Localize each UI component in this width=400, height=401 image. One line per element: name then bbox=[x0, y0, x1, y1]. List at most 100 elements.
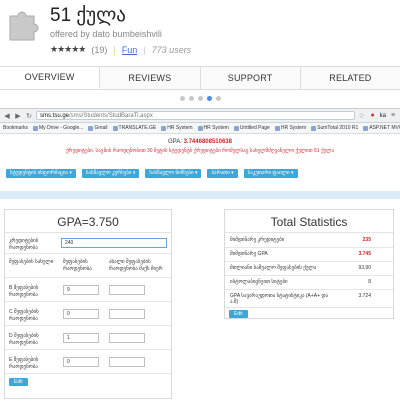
bookmark-item[interactable]: ASP.NET MVC Repo... bbox=[363, 125, 400, 131]
grade-count-input[interactable]: 1 bbox=[63, 333, 99, 343]
menu-icon[interactable]: ≡ bbox=[389, 112, 397, 120]
menu-card[interactable]: ბარათი ▾ bbox=[207, 169, 238, 178]
bookmark-label: HR System bbox=[203, 125, 229, 131]
bookmark-label: HR System bbox=[167, 125, 193, 131]
bookmark-item[interactable]: HR System bbox=[274, 125, 306, 131]
stat-key: ისტოლაბიცნეით სიტები bbox=[230, 279, 288, 285]
bookmark-item[interactable]: SumTotal 2010 R1 bbox=[311, 125, 358, 131]
reload-icon[interactable]: ↻ bbox=[25, 112, 33, 120]
screenshot-preview: ◀ ▶ ↻ sms.tsu.ge/sms/Students/StudBaraTi… bbox=[0, 108, 400, 401]
bookmark-item[interactable]: Untitled Page bbox=[233, 125, 270, 131]
grade-row: D შეფასების რაოდენობა 1 bbox=[5, 326, 171, 350]
extension-51-icon[interactable]: ● bbox=[369, 112, 377, 120]
menu-courses[interactable]: სასწავლო კურსები ▾ bbox=[81, 169, 140, 178]
left-edit-button[interactable]: Edit bbox=[9, 378, 28, 386]
carousel-dot-active[interactable] bbox=[206, 96, 212, 101]
bookmark-item[interactable]: My Drive - Google... bbox=[33, 125, 83, 131]
puzzle-piece-icon bbox=[9, 11, 39, 41]
credits-input[interactable]: 240 bbox=[61, 238, 167, 248]
grade-new-input[interactable] bbox=[109, 309, 145, 319]
browser-toolbar: ◀ ▶ ↻ sms.tsu.ge/sms/Students/StudBaraTi… bbox=[0, 109, 400, 123]
star-icon[interactable]: ☆ bbox=[358, 112, 366, 120]
stat-row: მთლიანი საშუალო შეფასების ქულა 93.90 bbox=[225, 262, 393, 276]
category-link[interactable]: Fun bbox=[122, 45, 138, 55]
bookmarks-bar: Bookmarks My Drive - Google... Gmail TRANSL… bbox=[0, 123, 400, 134]
grade-count-input[interactable]: 0 bbox=[63, 309, 99, 319]
col-new-header: ახალი შეფასების რაოდენობა მაქს მიერ bbox=[109, 259, 163, 272]
menu-student-info[interactable]: სტუდენტის ინფორმაცია ▾ bbox=[6, 169, 76, 178]
meta-divider: | bbox=[143, 44, 146, 55]
bookmark-item[interactable]: Bookmarks bbox=[3, 125, 28, 131]
page-menu: სტუდენტის ინფორმაცია ▾ სასწავლო კურსები … bbox=[6, 169, 298, 178]
extension-title: 51 ქულა bbox=[50, 5, 126, 26]
stat-value: 93.90 bbox=[358, 265, 371, 271]
bookmark-item[interactable]: Gmail bbox=[88, 125, 108, 131]
carousel-dot[interactable] bbox=[215, 96, 221, 101]
grade-row-label: D შეფასების რაოდენობა bbox=[9, 333, 39, 346]
forward-arrow-icon[interactable]: ▶ bbox=[14, 112, 22, 120]
grade-row-label: C შეფასების რაოდენობა bbox=[9, 309, 39, 322]
stat-key: GPA სავარაუდოთა სტატისტიკა (A+A+ და ა.შ) bbox=[230, 293, 329, 305]
tab-support[interactable]: SUPPORT bbox=[201, 67, 301, 89]
tab-overview[interactable]: OVERVIEW bbox=[0, 67, 101, 89]
bookmark-icon bbox=[112, 125, 118, 131]
credits-label: კრედიტების რაოდენობა bbox=[9, 238, 39, 251]
meta-divider: | bbox=[113, 44, 116, 55]
language-label[interactable]: ka bbox=[380, 113, 386, 119]
carousel-dot[interactable] bbox=[179, 96, 185, 101]
grade-new-input[interactable] bbox=[109, 333, 145, 343]
carousel-dot[interactable] bbox=[197, 96, 203, 101]
gpa-value: 3.7446808510638 bbox=[183, 139, 232, 145]
carousel-dot[interactable] bbox=[188, 96, 194, 101]
grade-new-input[interactable] bbox=[109, 357, 145, 367]
bookmark-item[interactable]: HR System bbox=[161, 125, 193, 131]
bookmark-item[interactable]: TRANSLATE.GE bbox=[112, 125, 156, 131]
bookmark-label: Gmail bbox=[94, 125, 108, 131]
menu-grades[interactable]: სასწავლო ნიშნები ▾ bbox=[145, 169, 202, 178]
col-subject-header: შეფასების სახელი bbox=[9, 259, 54, 265]
menu-personal-file[interactable]: საკუთარი ფაილი ▾ bbox=[243, 169, 298, 178]
gpa-panel-title: GPA=3.750 bbox=[5, 210, 171, 233]
user-count: 773 users bbox=[151, 44, 192, 55]
gpa-calculator-panel: GPA=3.750 კრედიტების რაოდენობა 240 შეფას… bbox=[4, 209, 172, 399]
stat-row: ისტოლაბიცნეით სიტები 8 bbox=[225, 276, 393, 290]
url-host: sms.tsu.ge bbox=[40, 113, 70, 119]
grade-count-input[interactable]: 9 bbox=[63, 285, 99, 295]
carousel-dots bbox=[0, 96, 400, 101]
total-statistics-panel: Total Statistics მიმდინარე კრედიტები 235… bbox=[224, 209, 394, 319]
bookmark-label: SumTotal 2010 R1 bbox=[317, 125, 359, 131]
url-path: /sms/Students/StudBaraTi.aspx bbox=[69, 113, 153, 119]
gpa-prefix: GPA: bbox=[168, 139, 182, 145]
stat-key: მიმდინარე კრედიტები bbox=[230, 237, 285, 243]
grade-new-input[interactable] bbox=[109, 285, 145, 295]
extension-meta: ★★★★★ (19) | Fun | 773 users bbox=[50, 44, 191, 55]
bookmark-icon bbox=[197, 125, 203, 131]
bookmark-icon bbox=[233, 125, 239, 131]
bookmark-icon bbox=[363, 125, 369, 131]
stat-row: მიმდინარე კრედიტები 235 bbox=[225, 234, 393, 248]
address-bar[interactable]: sms.tsu.ge/sms/Students/StudBaraTi.aspx bbox=[36, 111, 355, 120]
grade-count-input[interactable]: 0 bbox=[63, 357, 99, 367]
listing-tabs: OVERVIEW REVIEWS SUPPORT RELATED bbox=[0, 66, 400, 90]
grade-row-label: B შეფასების რაოდენობა bbox=[9, 285, 39, 298]
stat-row: მიმდინარე GPA 3.745 bbox=[225, 248, 393, 262]
sms-page: GPA: 3.7446808510638 ქრედიტები, საგნის რ… bbox=[0, 134, 400, 401]
tab-related[interactable]: RELATED bbox=[301, 67, 400, 89]
bookmark-icon bbox=[88, 125, 94, 131]
offered-by[interactable]: offered by dato bumbeishvili bbox=[50, 29, 162, 39]
stat-key: მთლიანი საშუალო შეფასების ქულა bbox=[230, 265, 317, 271]
rating-count[interactable]: (19) bbox=[91, 45, 107, 55]
bookmark-label: My Drive - Google... bbox=[39, 125, 84, 131]
credits-row: კრედიტების რაოდენობა 240 bbox=[5, 234, 171, 254]
tab-reviews[interactable]: REVIEWS bbox=[100, 67, 201, 89]
bookmark-item[interactable]: HR System bbox=[197, 125, 229, 131]
store-listing: 51 ქულა offered by dato bumbeishvili ★★★… bbox=[0, 0, 400, 401]
bookmark-icon bbox=[33, 125, 39, 131]
bookmark-label: ASP.NET MVC Repo... bbox=[369, 125, 400, 131]
back-arrow-icon[interactable]: ◀ bbox=[3, 112, 11, 120]
grade-row: E შეფასების რაოდენობა 0 bbox=[5, 350, 171, 374]
stat-row: GPA სავარაუდოთა სტატისტიკა (A+A+ და ა.შ)… bbox=[225, 290, 393, 308]
grade-row: C შეფასების რაოდენობა 0 bbox=[5, 302, 171, 326]
stat-key: მიმდინარე GPA bbox=[230, 251, 268, 257]
right-edit-button[interactable]: Edit bbox=[229, 310, 248, 318]
